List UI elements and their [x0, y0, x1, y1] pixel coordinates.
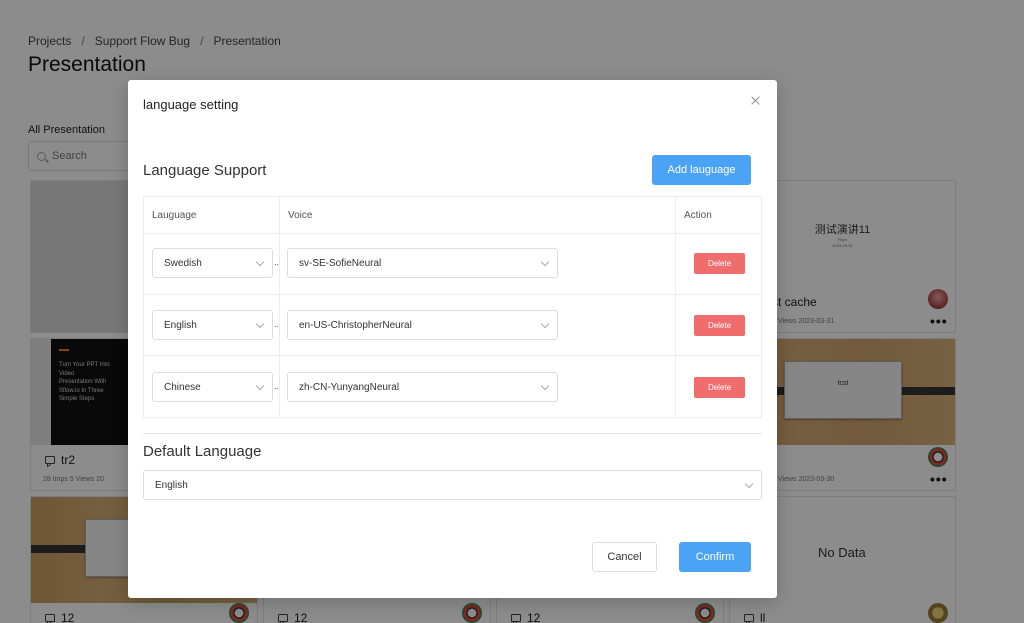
confirm-button[interactable]: Confirm	[679, 542, 751, 572]
ellipsis-text: ..	[274, 381, 280, 391]
close-icon[interactable]	[749, 94, 763, 108]
default-language-value: English	[155, 479, 188, 491]
column-divider	[279, 197, 280, 417]
voice-select[interactable]: sv-SE-SofieNeural	[287, 248, 558, 278]
column-header-language: Lauguage	[152, 209, 197, 221]
chevron-down-icon	[255, 319, 265, 329]
voice-select-value: sv-SE-SofieNeural	[299, 257, 382, 269]
delete-button[interactable]: Delete	[694, 253, 745, 274]
chevron-down-icon	[540, 381, 550, 391]
voice-select[interactable]: zh-CN-YunyangNeural	[287, 372, 558, 402]
ellipsis-text: ..	[274, 257, 280, 267]
ellipsis-text: ..	[274, 319, 280, 329]
column-divider	[675, 197, 676, 417]
language-select[interactable]: English	[152, 310, 273, 340]
voice-select-value: zh-CN-YunyangNeural	[299, 381, 400, 393]
delete-button[interactable]: Delete	[694, 315, 745, 336]
row-divider	[144, 355, 761, 356]
voice-select-value: en-US-ChristopherNeural	[299, 319, 412, 331]
chevron-down-icon	[744, 479, 754, 489]
language-select-value: Chinese	[164, 381, 201, 393]
default-language-select[interactable]: English	[143, 470, 762, 500]
column-header-action: Action	[684, 209, 712, 221]
chevron-down-icon	[540, 257, 550, 267]
chevron-down-icon	[255, 381, 265, 391]
add-language-button[interactable]: Add lauguage	[652, 155, 751, 185]
language-select-value: Swedish	[164, 257, 202, 269]
column-header-voice: Voice	[288, 209, 313, 221]
language-support-title: Language Support	[143, 162, 267, 179]
default-language-title: Default Language	[143, 443, 262, 460]
language-select[interactable]: Chinese	[152, 372, 273, 402]
language-select[interactable]: Swedish	[152, 248, 273, 278]
delete-button[interactable]: Delete	[694, 377, 745, 398]
section-divider	[143, 433, 762, 434]
chevron-down-icon	[540, 319, 550, 329]
cancel-button[interactable]: Cancel	[592, 542, 657, 572]
language-table: Lauguage Voice Action Swedish .. sv-SE-S…	[143, 196, 762, 418]
dialog-title: language setting	[143, 97, 239, 112]
row-divider	[144, 294, 761, 295]
row-divider	[144, 233, 761, 234]
chevron-down-icon	[255, 257, 265, 267]
language-select-value: English	[164, 319, 197, 331]
language-setting-dialog: language setting Language Support Add la…	[128, 80, 777, 598]
voice-select[interactable]: en-US-ChristopherNeural	[287, 310, 558, 340]
